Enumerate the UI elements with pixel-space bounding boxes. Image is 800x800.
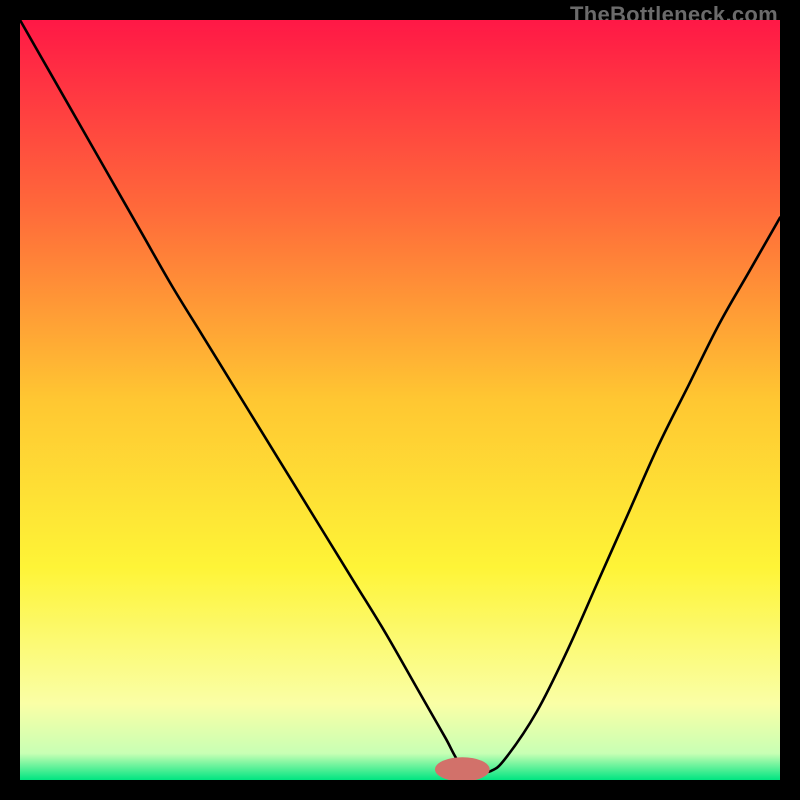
chart-background xyxy=(20,20,780,780)
plot-area xyxy=(20,20,780,780)
chart-svg xyxy=(20,20,780,780)
chart-frame: TheBottleneck.com xyxy=(0,0,800,800)
